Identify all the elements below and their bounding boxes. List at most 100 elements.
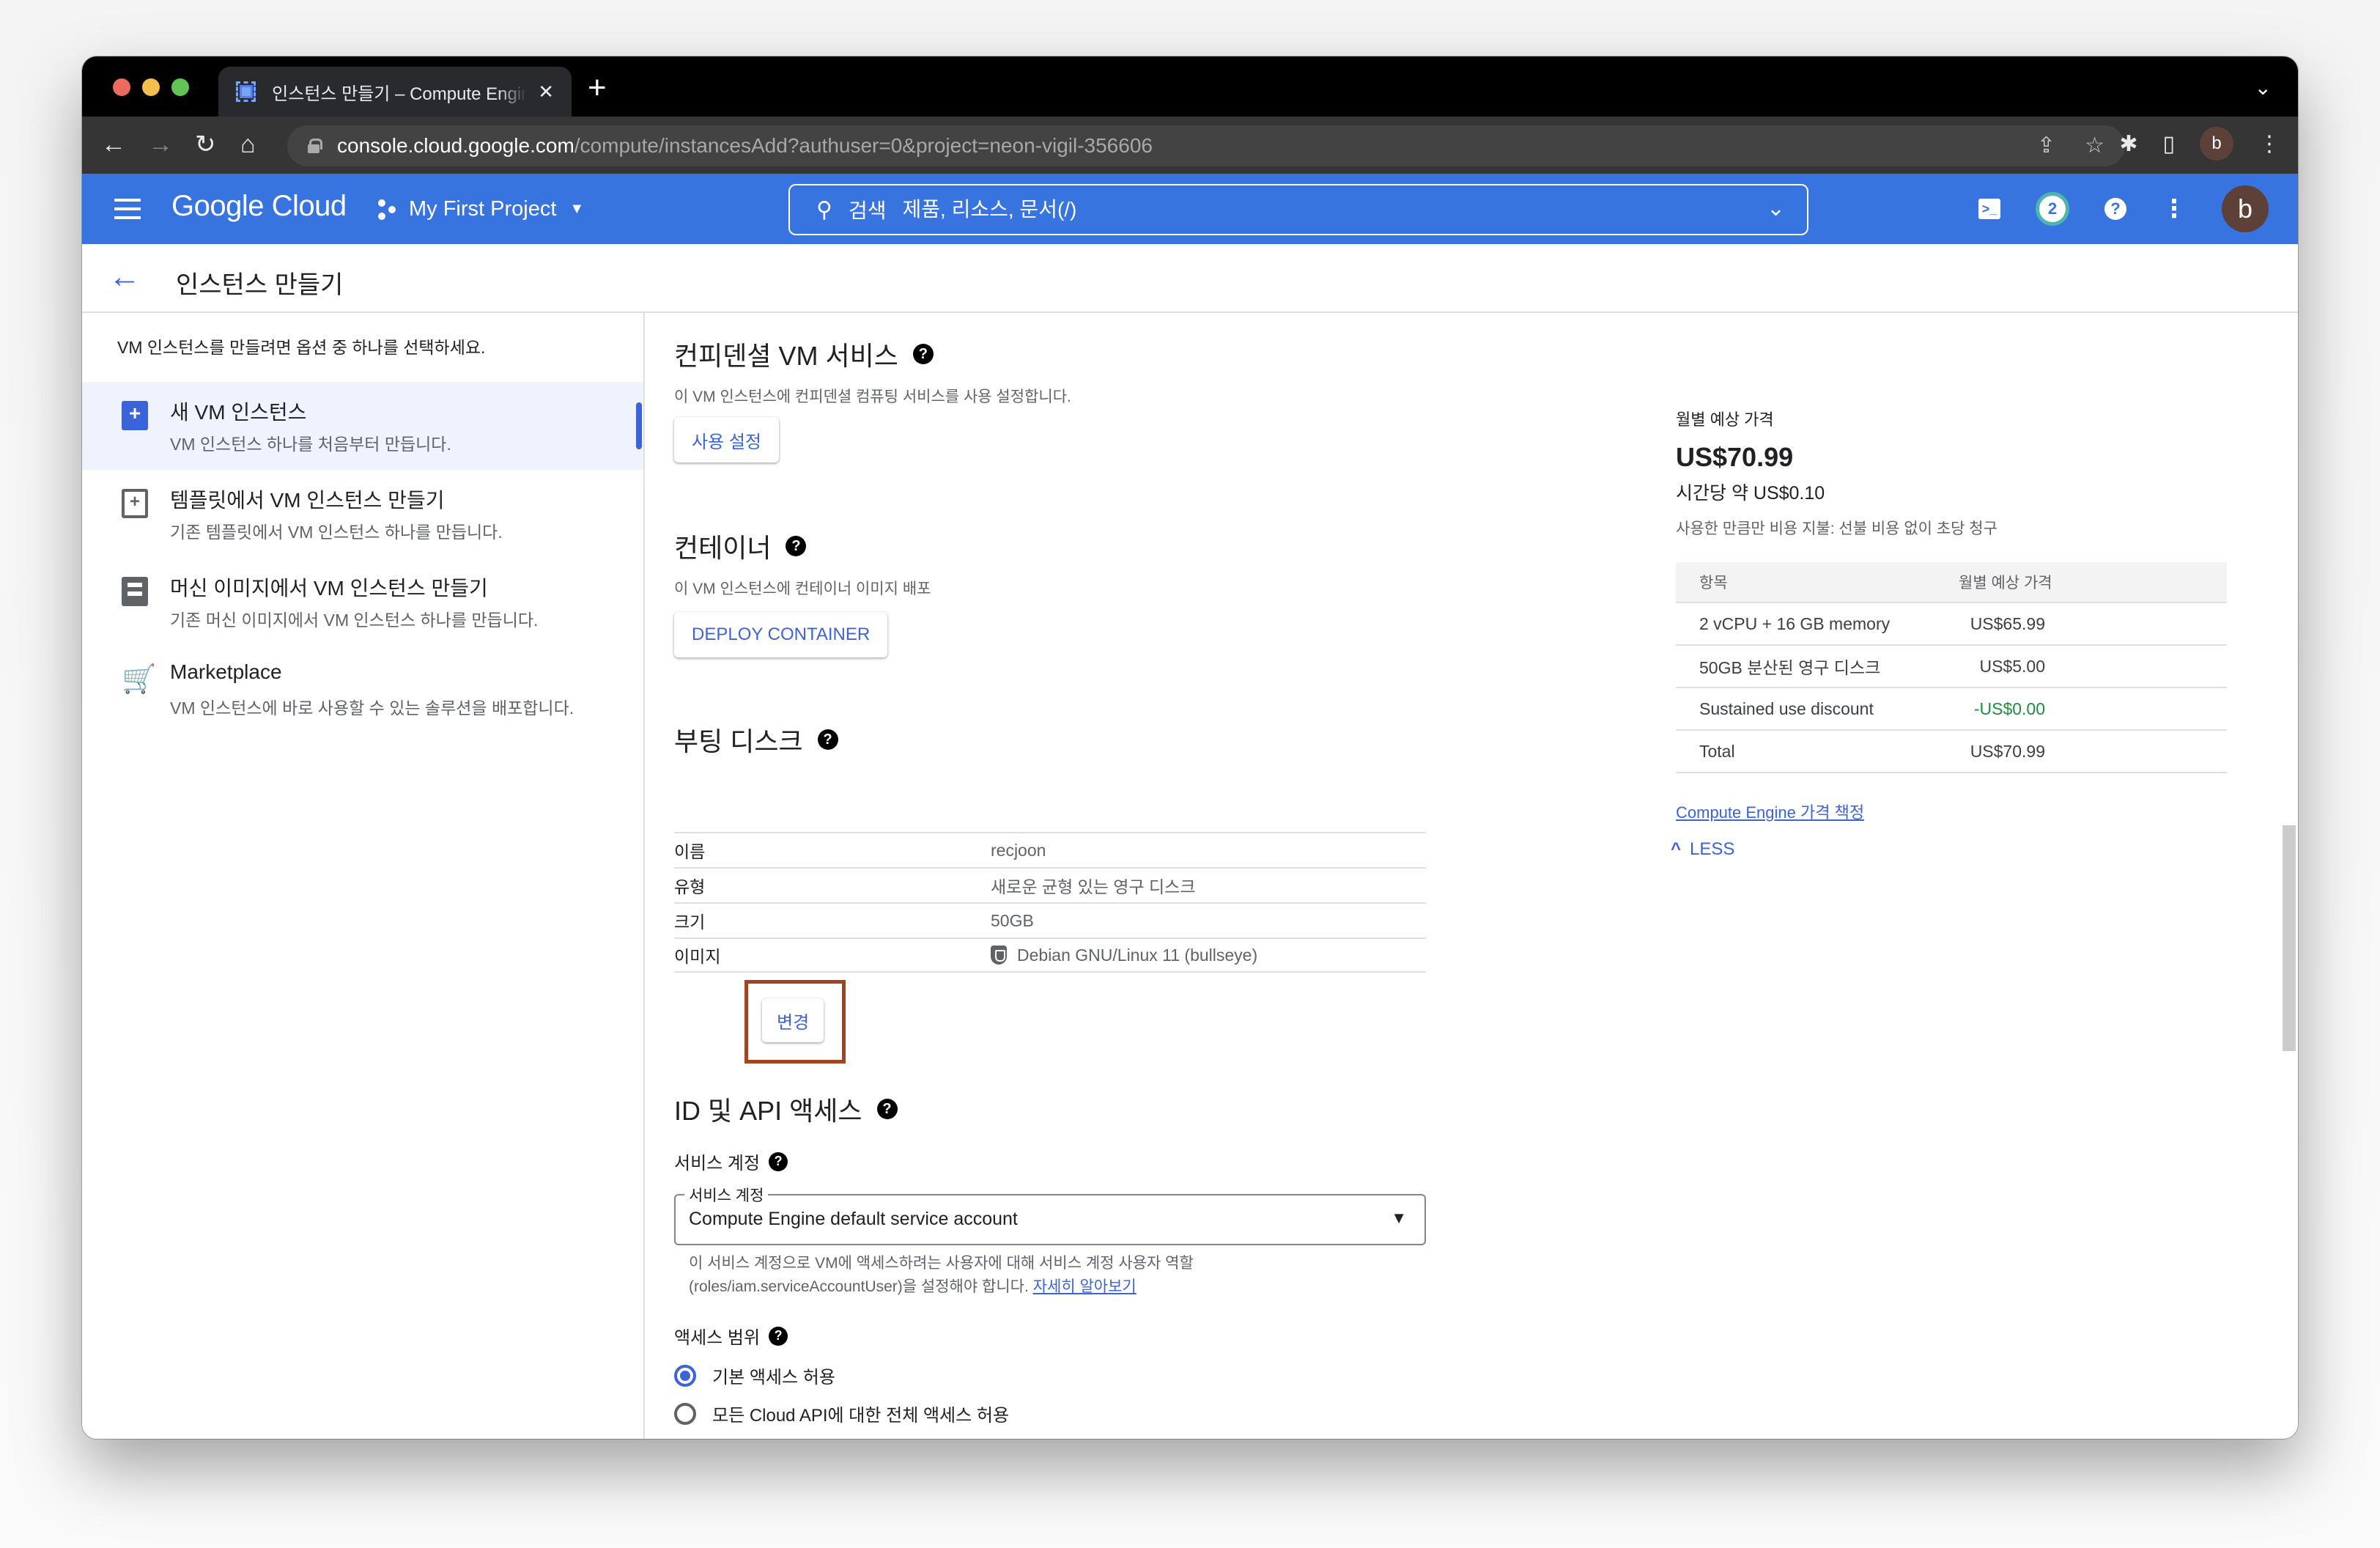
- help-icon[interactable]: ?: [912, 344, 934, 364]
- new-tab-button[interactable]: +: [588, 70, 607, 106]
- disk-key: 유형: [674, 877, 706, 896]
- bookmark-star-icon[interactable]: ☆: [2085, 133, 2104, 158]
- maximize-window-button[interactable]: [171, 78, 189, 96]
- scope-default-radio[interactable]: 기본 액세스 허용: [674, 1363, 835, 1388]
- side-panel-icon[interactable]: ▯: [2162, 131, 2175, 157]
- page-header: ← 인스턴스 만들기: [82, 244, 2298, 313]
- service-account-select[interactable]: 서비스 계정 Compute Engine default service ac…: [674, 1184, 1426, 1245]
- marketplace-cart-icon: 🛒: [122, 664, 157, 695]
- enable-confidential-button[interactable]: 사용 설정: [674, 417, 779, 462]
- tab-close-icon[interactable]: ✕: [538, 81, 554, 103]
- page-title: 인스턴스 만들기: [176, 271, 344, 299]
- help-icon[interactable]: ?: [769, 1151, 788, 1171]
- main-form: 컨피덴셜 VM 서비스 ? 이 VM 인스턴스에 컨피덴셜 컴퓨팅 서비스를 사…: [646, 313, 2288, 1439]
- option-new-vm-instance[interactable]: + 새 VM 인스턴스 VM 인스턴스 하나를 처음부터 만듭니다.: [82, 382, 643, 470]
- tab-search-chevron-icon[interactable]: ⌄: [2255, 75, 2272, 100]
- account-avatar[interactable]: b: [2222, 185, 2269, 232]
- monthly-estimate-label: 월별 예상 가격: [1676, 410, 1774, 429]
- share-icon[interactable]: ⇪: [2037, 133, 2055, 158]
- search-input[interactable]: [902, 198, 1709, 221]
- reload-button[interactable]: ↻: [195, 130, 216, 159]
- radio-unchecked[interactable]: [674, 1402, 696, 1425]
- page-scrollbar[interactable]: [2283, 825, 2296, 1051]
- monthly-price: US$70.99: [1676, 442, 1794, 472]
- new-vm-icon: +: [122, 401, 148, 430]
- disk-value: 새로운 균형 있는 영구 디스크: [991, 877, 1196, 896]
- hamburger-menu-icon[interactable]: [114, 199, 141, 219]
- table-row: 이미지 Debian GNU/Linux 11 (bullseye): [674, 937, 1426, 973]
- google-cloud-logo[interactable]: Google Cloud: [171, 190, 347, 223]
- options-intro: VM 인스턴스를 만들려면 옵션 중 하나를 선택하세요.: [117, 338, 486, 357]
- disk-key: 이름: [674, 842, 706, 861]
- price-item: 50GB 분산된 영구 디스크: [1699, 658, 1881, 677]
- chevron-down-icon[interactable]: ⌄: [1767, 196, 1785, 221]
- service-account-hint: 이 서비스 계정으로 VM에 액세스하려는 사용자에 대해 서비스 계정 사용자…: [689, 1255, 1194, 1272]
- back-button[interactable]: ←: [101, 130, 126, 159]
- learn-more-link[interactable]: 자세히 알아보기: [1033, 1278, 1137, 1295]
- scope-full-access-radio[interactable]: 모든 Cloud API에 대한 전체 액세스 허용: [674, 1401, 1009, 1426]
- field-label: 서비스 계정: [674, 1154, 761, 1173]
- forward-button[interactable]: →: [148, 130, 173, 159]
- price-value: US$5.00: [1979, 656, 2045, 676]
- confidential-vm-desc: 이 VM 인스턴스에 컨피덴셜 컴퓨팅 서비스를 사용 설정합니다.: [674, 388, 1071, 405]
- deploy-container-button[interactable]: DEPLOY CONTAINER: [674, 612, 888, 657]
- option-marketplace[interactable]: 🛒 Marketplace VM 인스턴스에 바로 사용할 수 있는 솔루션을 …: [82, 646, 643, 734]
- search-bar[interactable]: ⚲ 검색 ⌄: [788, 184, 1808, 235]
- help-icon[interactable]: ?: [786, 536, 807, 556]
- extensions-puzzle-icon[interactable]: ✱: [2119, 131, 2137, 157]
- image-name: Debian GNU/Linux 11 (bullseye): [1017, 945, 1258, 965]
- more-options-icon[interactable]: ⋮: [2162, 194, 2187, 224]
- price-value: US$65.99: [1970, 613, 2045, 633]
- help-icon[interactable]: ?: [2104, 198, 2126, 220]
- caret-down-icon: ▼: [569, 201, 585, 217]
- column-header: 항목: [1699, 575, 1728, 591]
- option-desc: 기존 템플릿에서 VM 인스턴스 하나를 만듭니다.: [170, 523, 503, 542]
- minimize-window-button[interactable]: [142, 78, 160, 96]
- browser-toolbar: ← → ↻ ⌂ console.cloud.google.com /comput…: [82, 117, 2298, 174]
- option-title: Marketplace: [170, 660, 282, 683]
- service-account-hint-2: (roles/iam.serviceAccountUser)을 설정해야 합니다…: [689, 1275, 1137, 1297]
- option-from-machine-image[interactable]: 머신 이미지에서 VM 인스턴스 만들기 기존 머신 이미지에서 VM 인스턴스…: [82, 558, 643, 646]
- total-value: US$70.99: [1970, 741, 2045, 761]
- shielded-image-icon: [991, 946, 1007, 965]
- price-item: Sustained use discount: [1699, 699, 1874, 718]
- home-button[interactable]: ⌂: [240, 130, 256, 159]
- discount-value: -US$0.00: [1973, 699, 2045, 718]
- option-from-template[interactable]: + 템플릿에서 VM 인스턴스 만들기 기존 템플릿에서 VM 인스턴스 하나를…: [82, 470, 643, 558]
- close-window-button[interactable]: [113, 78, 130, 96]
- less-toggle-button[interactable]: ^ LESS: [1671, 839, 1734, 860]
- dropdown-caret-icon: ▼: [1391, 1209, 1407, 1227]
- cloud-shell-terminal-icon[interactable]: >_: [1978, 199, 2000, 219]
- tab-title: 인스턴스 만들기 – Compute Engine: [272, 84, 528, 104]
- project-hexagon-icon: [378, 199, 399, 220]
- identity-api-heading: ID 및 API 액세스 ?: [674, 1090, 898, 1128]
- column-header: 월별 예상 가격: [1959, 575, 2052, 591]
- help-icon[interactable]: ?: [769, 1326, 788, 1346]
- address-bar[interactable]: console.cloud.google.com /compute/instan…: [287, 125, 2125, 166]
- radio-checked[interactable]: [674, 1364, 696, 1387]
- disk-key: 이미지: [674, 947, 721, 966]
- field-label: 액세스 범위: [674, 1328, 761, 1348]
- option-title: 머신 이미지에서 VM 인스턴스 만들기: [170, 577, 488, 600]
- radio-label: 기본 액세스 허용: [712, 1368, 835, 1387]
- radio-label: 모든 Cloud API에 대한 전체 액세스 허용: [712, 1406, 1010, 1426]
- notifications-badge[interactable]: 2: [2036, 192, 2069, 226]
- help-icon[interactable]: ?: [876, 1099, 898, 1119]
- browser-menu-icon[interactable]: ⋮: [2258, 131, 2280, 157]
- browser-profile-avatar[interactable]: b: [2200, 127, 2233, 161]
- hint-text: (roles/iam.serviceAccountUser)을 설정해야 합니다…: [689, 1278, 1029, 1295]
- service-account-label: 서비스 계정 ?: [674, 1149, 788, 1174]
- price-item: Total: [1699, 741, 1735, 761]
- change-boot-disk-button[interactable]: 변경: [762, 998, 824, 1042]
- help-icon[interactable]: ?: [817, 729, 838, 750]
- option-title: 템플릿에서 VM 인스턴스 만들기: [170, 489, 445, 512]
- section-title: 컨피덴셜 VM 서비스: [674, 341, 898, 371]
- section-title: ID 및 API 액세스: [674, 1096, 862, 1126]
- back-arrow-icon[interactable]: ←: [108, 259, 141, 295]
- option-desc: VM 인스턴스 하나를 처음부터 만듭니다.: [170, 435, 451, 454]
- price-item: 2 vCPU + 16 GB memory: [1699, 613, 1891, 633]
- less-label: LESS: [1690, 839, 1735, 859]
- browser-tab-active[interactable]: 인스턴스 만들기 – Compute Engine ✕: [218, 67, 572, 117]
- compute-engine-pricing-link[interactable]: Compute Engine 가격 책정: [1676, 800, 1864, 823]
- project-picker[interactable]: My First Project ▼: [378, 197, 584, 221]
